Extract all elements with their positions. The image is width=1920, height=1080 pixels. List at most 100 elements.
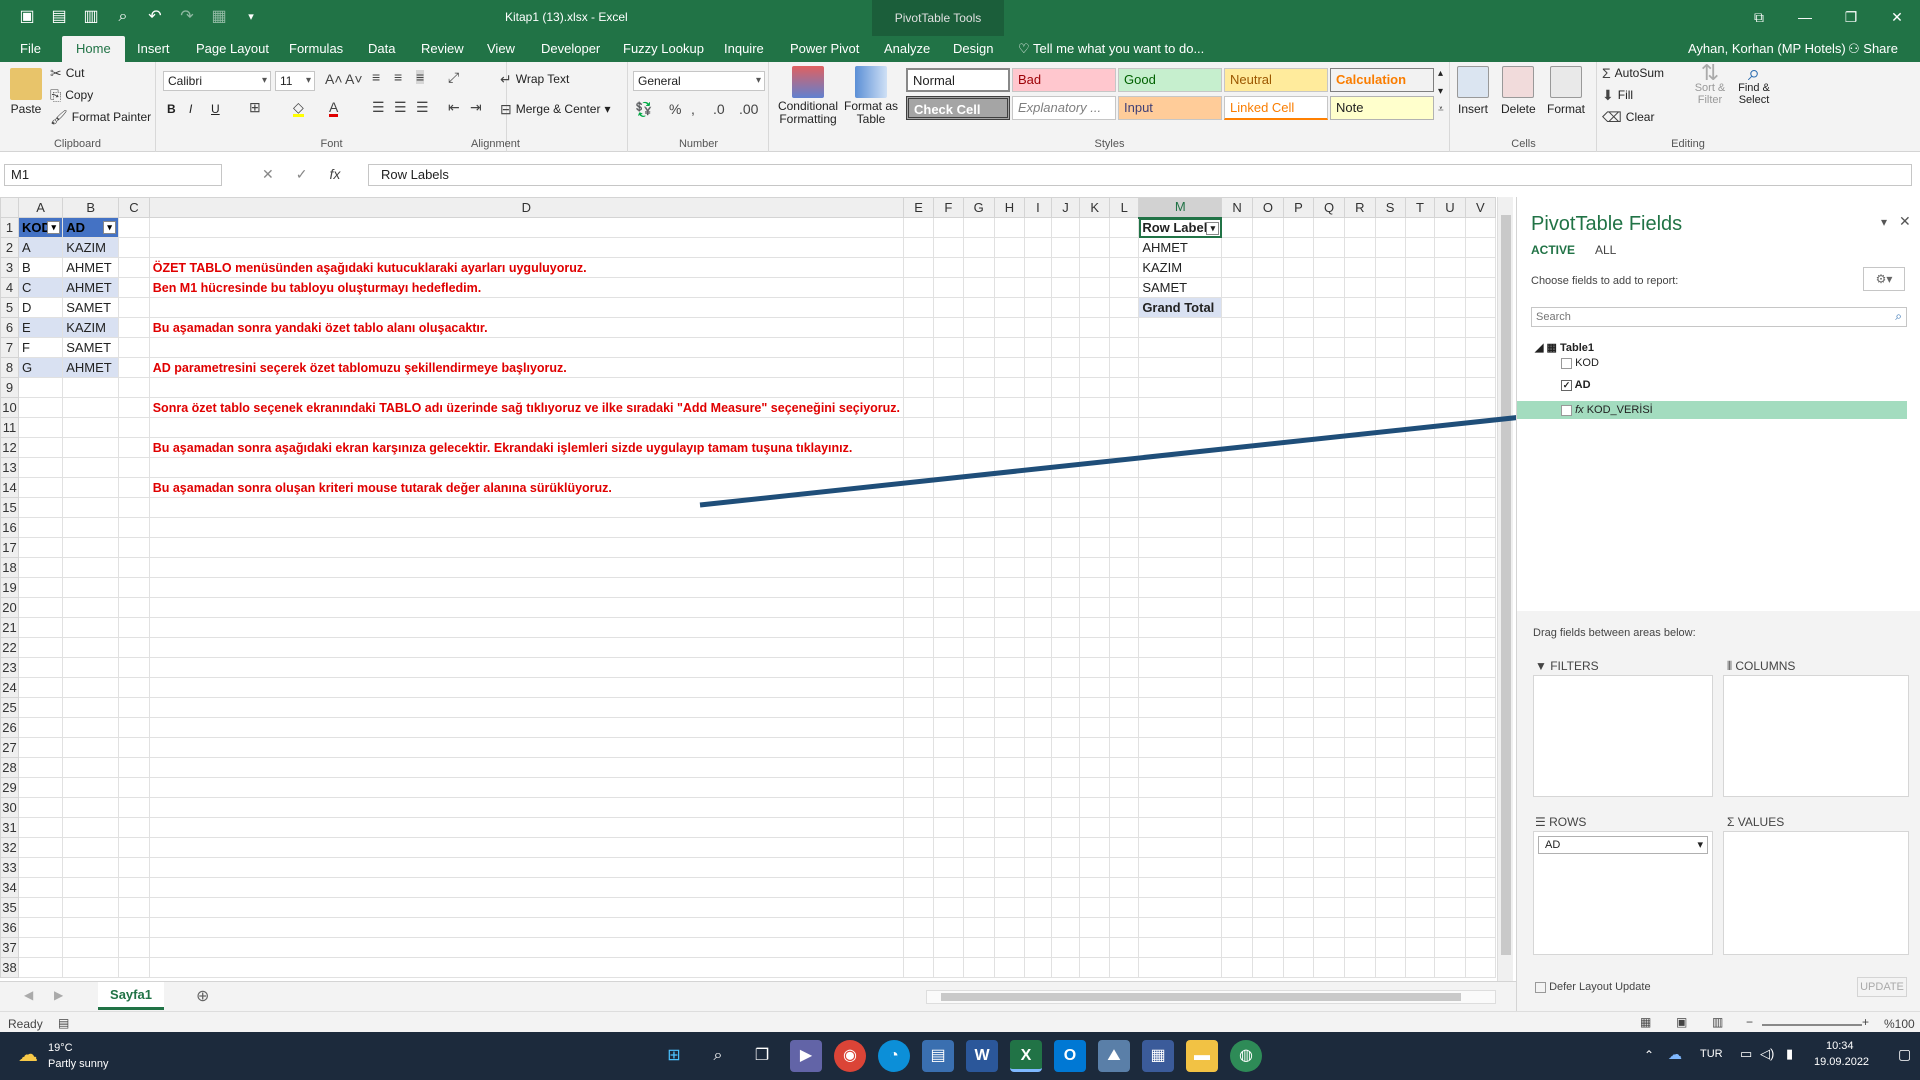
cell[interactable] bbox=[148, 617, 905, 638]
cell[interactable] bbox=[1282, 217, 1315, 238]
clear-button[interactable]: ⌫ Clear bbox=[1602, 110, 1654, 124]
cell[interactable] bbox=[1251, 277, 1284, 298]
cell[interactable] bbox=[1282, 517, 1315, 538]
cell[interactable] bbox=[962, 917, 995, 938]
style-good[interactable]: Good bbox=[1118, 68, 1222, 92]
cell[interactable] bbox=[1079, 277, 1111, 298]
cell[interactable] bbox=[1344, 337, 1376, 358]
teams-icon[interactable]: ▶ bbox=[790, 1040, 822, 1072]
cell[interactable] bbox=[1221, 917, 1253, 938]
cell[interactable] bbox=[1282, 757, 1315, 778]
cell[interactable] bbox=[1024, 317, 1052, 338]
rows-field-chip[interactable]: AD ▾ bbox=[1538, 836, 1708, 854]
battery-icon[interactable]: ▮ bbox=[1786, 1046, 1793, 1062]
cell[interactable] bbox=[933, 777, 964, 798]
cell[interactable] bbox=[903, 557, 935, 578]
table-cell[interactable]: D bbox=[17, 297, 64, 318]
cell[interactable] bbox=[993, 897, 1026, 918]
cell[interactable] bbox=[933, 697, 964, 718]
cell[interactable] bbox=[1024, 377, 1052, 398]
cell[interactable] bbox=[1109, 457, 1140, 478]
cell[interactable] bbox=[933, 337, 964, 358]
row-header[interactable]: 23 bbox=[0, 657, 19, 678]
tab-design[interactable]: Design bbox=[953, 36, 993, 62]
cell[interactable] bbox=[1374, 617, 1406, 638]
row-header[interactable]: 4 bbox=[0, 277, 19, 298]
cell[interactable] bbox=[1221, 457, 1253, 478]
excel-icon[interactable]: X bbox=[1010, 1040, 1042, 1072]
cell[interactable] bbox=[993, 317, 1026, 338]
row-header[interactable]: 9 bbox=[0, 377, 19, 398]
cell[interactable] bbox=[993, 217, 1026, 238]
cell[interactable] bbox=[1221, 637, 1253, 658]
cell[interactable] bbox=[1344, 797, 1376, 818]
field-checkbox[interactable] bbox=[1561, 357, 1572, 369]
cell[interactable] bbox=[1050, 377, 1081, 398]
cell[interactable] bbox=[1374, 737, 1406, 758]
cell[interactable] bbox=[148, 577, 905, 598]
cell[interactable] bbox=[1282, 317, 1315, 338]
cell[interactable] bbox=[1404, 497, 1436, 518]
cell[interactable] bbox=[1282, 537, 1315, 558]
center-button[interactable]: ☰ bbox=[394, 100, 407, 114]
cell[interactable] bbox=[1374, 897, 1406, 918]
cell[interactable] bbox=[17, 597, 64, 618]
cell[interactable] bbox=[962, 217, 995, 238]
cell[interactable] bbox=[933, 417, 964, 438]
cell[interactable] bbox=[1374, 657, 1406, 678]
cell[interactable] bbox=[1374, 637, 1406, 658]
cell[interactable] bbox=[1344, 757, 1376, 778]
cell[interactable] bbox=[148, 857, 905, 878]
cell[interactable] bbox=[1138, 917, 1223, 938]
columns-area[interactable] bbox=[1723, 675, 1909, 797]
cell[interactable] bbox=[1079, 457, 1111, 478]
cell[interactable] bbox=[1109, 397, 1140, 418]
cell[interactable] bbox=[933, 357, 964, 378]
cell[interactable] bbox=[1050, 277, 1081, 298]
cell[interactable] bbox=[1050, 397, 1081, 418]
cell[interactable] bbox=[1464, 537, 1496, 558]
cell[interactable] bbox=[1079, 297, 1111, 318]
cell[interactable] bbox=[17, 937, 64, 958]
cell[interactable] bbox=[1282, 937, 1315, 958]
row-header[interactable]: 20 bbox=[0, 597, 19, 618]
cell[interactable] bbox=[1344, 577, 1376, 598]
cell[interactable] bbox=[1434, 637, 1466, 658]
cell[interactable] bbox=[933, 897, 964, 918]
cell[interactable] bbox=[1464, 597, 1496, 618]
cell[interactable] bbox=[933, 917, 964, 938]
cell[interactable] bbox=[62, 737, 120, 758]
cell[interactable] bbox=[118, 597, 150, 618]
column-header[interactable]: V bbox=[1464, 197, 1496, 218]
cell[interactable] bbox=[1404, 297, 1436, 318]
column-header[interactable]: U bbox=[1434, 197, 1466, 218]
cell[interactable] bbox=[1434, 817, 1466, 838]
cell[interactable] bbox=[903, 437, 935, 458]
cell[interactable] bbox=[1464, 217, 1496, 238]
cell[interactable] bbox=[962, 257, 995, 278]
cell[interactable] bbox=[1404, 317, 1436, 338]
cell[interactable] bbox=[118, 917, 150, 938]
cell[interactable] bbox=[962, 937, 995, 958]
cell[interactable] bbox=[1344, 897, 1376, 918]
user-name[interactable]: Ayhan, Korhan (MP Hotels) bbox=[1688, 36, 1846, 62]
cell[interactable] bbox=[1282, 637, 1315, 658]
cell[interactable] bbox=[993, 837, 1026, 858]
cell[interactable] bbox=[17, 917, 64, 938]
instruction-text[interactable]: Ben M1 hücresinde bu tabloyu oluşturmayı… bbox=[148, 277, 905, 298]
cell[interactable] bbox=[1109, 277, 1140, 298]
cell[interactable] bbox=[1221, 557, 1253, 578]
cell[interactable] bbox=[1434, 957, 1466, 978]
cell[interactable] bbox=[1050, 317, 1081, 338]
cell[interactable] bbox=[1251, 957, 1284, 978]
cell[interactable] bbox=[962, 337, 995, 358]
cell[interactable] bbox=[1282, 377, 1315, 398]
cell[interactable] bbox=[1221, 257, 1253, 278]
search-input[interactable] bbox=[1532, 308, 1872, 326]
cell[interactable] bbox=[148, 537, 905, 558]
format-as-table-button[interactable]: Format as Table bbox=[844, 66, 898, 126]
cell[interactable] bbox=[903, 677, 935, 698]
cell[interactable] bbox=[62, 437, 120, 458]
column-header[interactable]: H bbox=[993, 197, 1026, 218]
column-header[interactable]: B bbox=[62, 197, 120, 218]
